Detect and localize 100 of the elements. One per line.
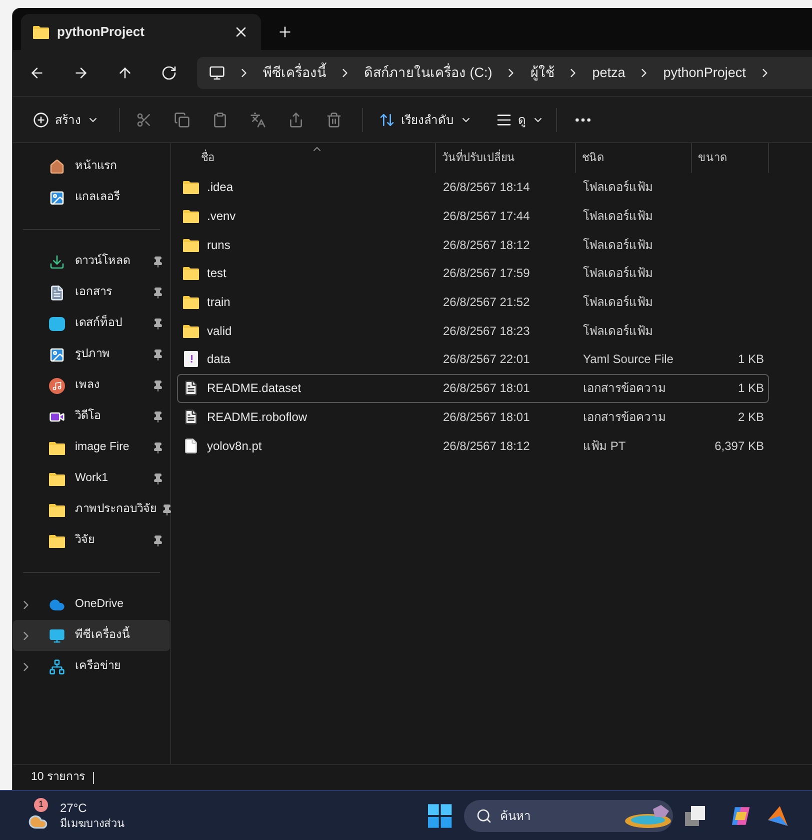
file-row[interactable]: valid 26/8/2567 18:23 โฟลเดอร์แฟ้ม (177, 316, 769, 346)
sidebar-item[interactable]: เอกสาร (13, 277, 170, 308)
pin-icon[interactable] (152, 410, 164, 422)
pin-icon[interactable] (152, 534, 164, 546)
sidebar-label: image Fire (75, 440, 130, 455)
search-field[interactable]: ค้นหา (464, 800, 673, 832)
folder-tab[interactable]: pythonProject (21, 14, 261, 50)
file-row[interactable]: README.roboflow 26/8/2567 18:01 เอกสารข้อความ 2 KB (177, 402, 769, 432)
app-icon[interactable] (768, 804, 788, 828)
weather-condition: มีเมฆบางส่วน (60, 816, 125, 832)
monitor-icon (209, 65, 225, 81)
file-row[interactable]: yolov8n.pt 26/8/2567 18:12 แฟ้ม PT 6,397 KB (177, 431, 769, 460)
new-button[interactable]: สร้าง (33, 110, 99, 128)
folder-icon (183, 238, 199, 252)
sidebar-item[interactable]: แกลเลอรี (13, 182, 170, 213)
sort-button[interactable]: เรียงลำดับ (379, 110, 472, 128)
folder-icon (183, 295, 199, 310)
column-header[interactable]: ขนาด (691, 143, 769, 173)
back-icon[interactable] (29, 65, 45, 81)
folder-icon (183, 324, 199, 338)
pin-icon[interactable] (152, 256, 164, 268)
date-cell-text: 26/8/2567 18:01 (442, 408, 531, 426)
address-bar[interactable]: พีซีเครื่องนี้ ดิสก์ภายในเครื่อง (C:) ผู้ใช้ petza pythonProject (197, 57, 812, 89)
file-name: train (207, 294, 230, 312)
sidebar-label: หน้าแรก (75, 158, 118, 174)
size-cell-text: 1 KB (738, 351, 764, 368)
share-icon[interactable] (288, 112, 304, 128)
folder-icon (33, 25, 49, 39)
sidebar-item[interactable]: วิดีโอ (13, 401, 170, 432)
breadcrumb[interactable]: พีซีเครื่องนี้ (263, 62, 326, 84)
file-name: README.roboflow (207, 408, 308, 426)
sidebar-item[interactable]: image Fire (13, 432, 170, 463)
file-name: .idea (207, 179, 234, 196)
delete-icon[interactable] (326, 112, 342, 128)
up-icon[interactable] (117, 65, 133, 81)
date-cell-text: 26/8/2567 22:01 (442, 351, 531, 368)
file-row[interactable]: .idea 26/8/2567 18:14 โฟลเดอร์แฟ้ม (177, 173, 769, 202)
notification-badge: 1 (34, 798, 48, 812)
sidebar-item[interactable]: รูปภาพ (13, 339, 170, 370)
column-header[interactable]: วันที่ปรับเปลี่ยน (435, 143, 575, 173)
search-icon (476, 808, 492, 824)
file-row[interactable]: README.dataset 26/8/2567 18:01 เอกสารข้อความ 1 KB (177, 374, 769, 402)
file-name: valid (207, 322, 232, 340)
date-cell-text: 26/8/2567 21:52 (442, 294, 531, 312)
type-cell-text: เอกสารข้อความ (582, 380, 667, 398)
new-tab-icon[interactable] (277, 24, 293, 40)
document-icon (49, 284, 65, 300)
pin-icon[interactable] (152, 348, 164, 360)
breadcrumb[interactable]: ผู้ใช้ (530, 62, 554, 84)
forward-icon[interactable] (73, 65, 89, 81)
column-header[interactable]: ชื่อ (177, 143, 435, 173)
sidebar-item[interactable]: ดาวน์โหลด (13, 246, 170, 277)
file-row[interactable]: .venv 26/8/2567 17:44 โฟลเดอร์แฟ้ม (177, 202, 769, 230)
file-row[interactable]: runs 26/8/2567 18:12 โฟลเดอร์แฟ้ม (177, 230, 769, 260)
sidebar-item[interactable]: วิจัย (13, 525, 170, 556)
type-cell-text: Yaml Source File (582, 351, 674, 368)
paste-icon[interactable] (212, 112, 228, 128)
sidebar-item[interactable]: หน้าแรก (13, 151, 170, 182)
pin-icon[interactable] (161, 504, 173, 516)
text-file-icon (183, 408, 199, 425)
cut-icon[interactable] (136, 112, 152, 128)
sidebar-item[interactable]: เดสก์ท็อป (13, 308, 170, 339)
breadcrumb[interactable]: pythonProject (663, 62, 746, 84)
date-cell-text: 26/8/2567 17:59 (442, 265, 531, 282)
pin-icon[interactable] (152, 318, 164, 330)
file-row[interactable]: data 26/8/2567 22:01 Yaml Source File 1 KB (177, 345, 769, 374)
view-button[interactable]: ดู (496, 110, 544, 128)
sidebar-item[interactable]: ภาพประกอบวิจัย (13, 494, 170, 525)
date-cell-text: 26/8/2567 18:12 (442, 236, 531, 254)
date-cell-text: 26/8/2567 17:44 (442, 208, 531, 226)
start-icon[interactable] (428, 804, 452, 828)
pin-icon[interactable] (152, 472, 164, 484)
sidebar-item[interactable]: เครือข่าย (13, 651, 170, 682)
file-row[interactable]: train 26/8/2567 21:52 โฟลเดอร์แฟ้ม (177, 288, 769, 316)
plus-icon (33, 112, 49, 128)
sidebar-label: รูปภาพ (75, 346, 111, 362)
sidebar-item[interactable]: OneDrive (13, 589, 170, 620)
file-name: .venv (207, 208, 236, 226)
task-view-icon[interactable] (684, 806, 705, 826)
refresh-icon[interactable] (161, 65, 177, 81)
sidebar-item[interactable]: เพลง (13, 370, 170, 401)
sidebar-item[interactable]: พีซีเครื่องนี้ (13, 620, 170, 651)
date-cell-text: 26/8/2567 18:14 (442, 179, 531, 196)
copy-icon[interactable] (174, 112, 190, 128)
network-icon (49, 658, 65, 674)
sidebar-item[interactable]: Work1 (13, 463, 170, 494)
breadcrumb[interactable]: ดิสก์ภายในเครื่อง (C:) (364, 62, 492, 84)
date-cell-text: 26/8/2567 18:23 (442, 322, 531, 340)
type-cell-text: แฟ้ม PT (582, 438, 627, 455)
type-cell-text: โฟลเดอร์แฟ้ม (582, 208, 654, 226)
pin-icon[interactable] (152, 380, 164, 392)
temperature: 27°C (60, 800, 88, 816)
breadcrumb[interactable]: petza (592, 62, 626, 84)
column-header[interactable]: ชนิด (575, 143, 691, 173)
size-cell-text: 1 KB (738, 380, 764, 398)
size-cell-text: 6,397 KB (714, 438, 764, 455)
pin-icon[interactable] (152, 286, 164, 298)
file-row[interactable]: test 26/8/2567 17:59 โฟลเดอร์แฟ้ม (177, 259, 769, 288)
type-cell-text: โฟลเดอร์แฟ้ม (582, 294, 654, 312)
pin-icon[interactable] (152, 442, 164, 454)
